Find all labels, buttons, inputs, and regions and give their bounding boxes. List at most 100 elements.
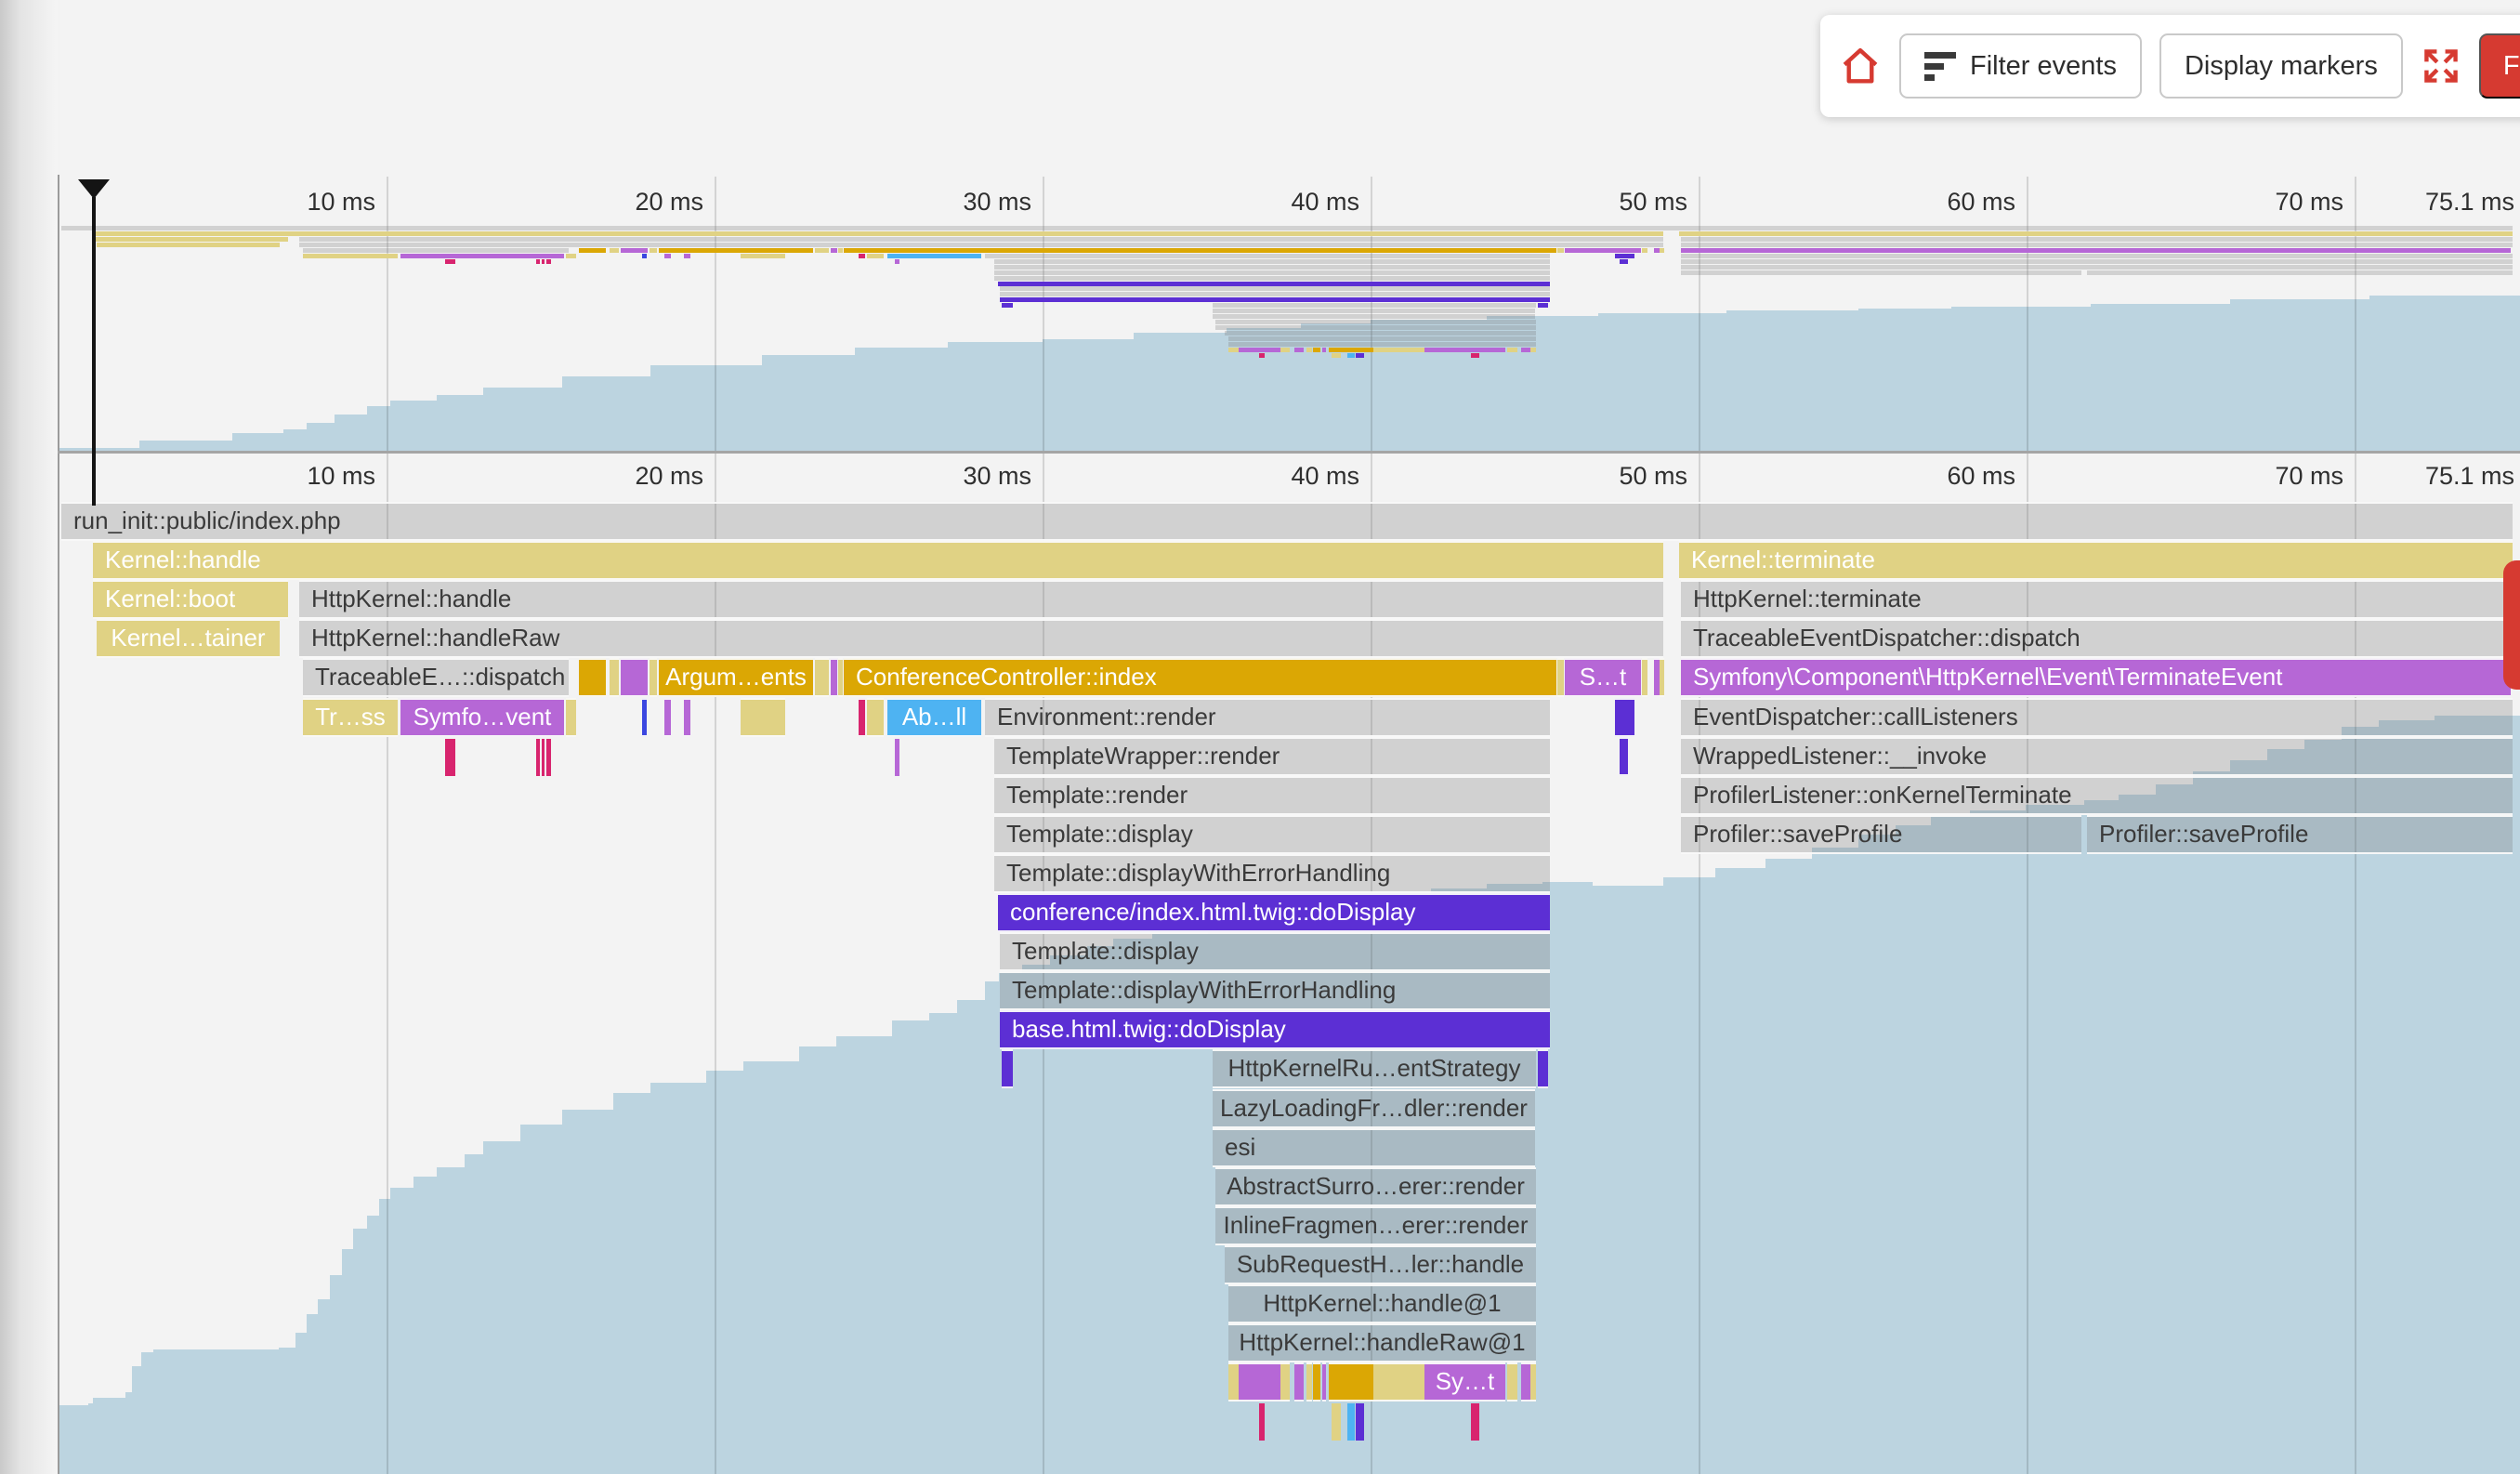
minimap-bar[interactable]	[1681, 254, 2513, 258]
timeline-bar[interactable]	[1557, 658, 1564, 697]
minimap-bar[interactable]	[1225, 331, 1536, 336]
timeline-bar[interactable]: S…t	[1565, 658, 1641, 697]
minimap-bar[interactable]	[815, 248, 829, 253]
event-mark[interactable]	[1356, 1403, 1364, 1441]
minimap-bar[interactable]	[93, 231, 1663, 236]
minimap-bar[interactable]	[1329, 348, 1373, 352]
minimap-bar[interactable]	[1313, 348, 1320, 352]
event-mark[interactable]	[1471, 1403, 1479, 1441]
minimap-bar[interactable]	[1615, 254, 1634, 258]
minimap-bar[interactable]	[1215, 320, 1536, 324]
minimap-bar[interactable]	[1681, 248, 2511, 253]
minimap-mark[interactable]	[1332, 353, 1341, 358]
timeline-bar[interactable]	[684, 698, 690, 737]
timeline-bar[interactable]: TraceableEventDispatcher::dispatch	[1681, 619, 2513, 658]
timeline-bar[interactable]	[1538, 1049, 1548, 1088]
timeline-bar[interactable]: WrappedListener::__invoke	[1681, 737, 2513, 776]
minimap-bar[interactable]	[844, 248, 1556, 253]
timeline-bar[interactable]	[1313, 1362, 1320, 1402]
timeline-bar[interactable]: Kernel::handle	[93, 541, 1663, 580]
timeline-bar[interactable]	[579, 658, 606, 697]
minimap-bar[interactable]	[1002, 303, 1013, 308]
display-markers-button[interactable]: Display markers	[2159, 33, 2403, 99]
minimap-bar[interactable]	[1620, 259, 1628, 264]
minimap-bar[interactable]	[303, 254, 398, 258]
viewport-marker-icon[interactable]	[78, 179, 110, 199]
minimap-bar[interactable]	[1000, 297, 1550, 302]
minimap-bar[interactable]	[299, 243, 1663, 247]
minimap-bar[interactable]	[650, 248, 657, 253]
minimap-bar[interactable]	[985, 254, 1550, 258]
timeline-bar[interactable]: Environment::render	[985, 698, 1550, 737]
timeline-bar[interactable]	[1002, 1049, 1013, 1088]
timeline-bar[interactable]	[838, 658, 843, 697]
minimap-bar[interactable]	[1228, 348, 1239, 352]
timeline-bar[interactable]: ProfilerListener::onKernelTerminate	[1681, 776, 2513, 815]
timeline-bar[interactable]: HttpKernelRu…entStrategy	[1213, 1049, 1536, 1088]
minimap-bar[interactable]	[1306, 348, 1312, 352]
minimap-bar[interactable]	[1294, 348, 1304, 352]
minimap-bar[interactable]	[1530, 348, 1536, 352]
timeline-bar[interactable]: Ab…ll	[887, 698, 981, 737]
timeline-bar[interactable]: run_init::public/index.php	[61, 502, 2513, 541]
event-mark[interactable]	[546, 739, 551, 776]
minimap-bar[interactable]	[97, 243, 280, 247]
minimap-bar[interactable]	[867, 254, 884, 258]
timeline-bar[interactable]: HttpKernel::handle	[299, 580, 1663, 619]
minimap-mark[interactable]	[536, 259, 540, 264]
minimap-bar[interactable]	[1228, 342, 1536, 347]
timeline-bar[interactable]: Template::displayWithErrorHandling	[994, 854, 1550, 893]
minimap-bar[interactable]	[400, 254, 564, 258]
minimap-bar[interactable]	[1373, 348, 1424, 352]
minimap-bar[interactable]	[1679, 231, 2513, 236]
minimap-bar[interactable]	[998, 282, 1550, 286]
timeline-bar[interactable]: LazyLoadingFr…dler::render	[1213, 1089, 1535, 1128]
timeline-bar[interactable]	[1507, 1362, 1517, 1402]
event-mark[interactable]	[542, 739, 545, 776]
timeline-bar[interactable]	[1620, 737, 1628, 776]
timeline-bar[interactable]	[831, 658, 837, 697]
timeline-bar[interactable]	[1660, 658, 1664, 697]
timeline-bar[interactable]: TemplateWrapper::render	[994, 737, 1550, 776]
minimap-bar[interactable]	[838, 248, 843, 253]
timeline-bar[interactable]: Template::display	[994, 815, 1550, 854]
timeline-bar[interactable]	[867, 698, 884, 737]
timeline-bar[interactable]: HttpKernel::handleRaw@1	[1228, 1323, 1536, 1362]
fullscreen-icon[interactable]	[2421, 46, 2461, 86]
timeline-bar[interactable]: EventDispatcher::callListeners	[1681, 698, 2513, 737]
minimap-mark[interactable]	[895, 259, 899, 264]
minimap-bar[interactable]	[1424, 348, 1505, 352]
timeline-bar[interactable]: Template::render	[994, 776, 1550, 815]
timeline-bar[interactable]	[1294, 1362, 1304, 1402]
minimap-bar[interactable]	[659, 248, 813, 253]
minimap-bar[interactable]	[1322, 348, 1326, 352]
minimap-bar[interactable]	[579, 248, 606, 253]
minimap-bar[interactable]	[299, 237, 1663, 242]
timeline-bar[interactable]	[566, 698, 576, 737]
minimap-mark[interactable]	[1259, 353, 1265, 358]
timeline-bar[interactable]	[1322, 1362, 1326, 1402]
timeline-bar[interactable]: conference/index.html.twig::doDisplay	[998, 893, 1550, 932]
minimap-bar[interactable]	[1681, 270, 2081, 275]
feedback-button[interactable]: Feedback	[2479, 33, 2520, 99]
event-mark[interactable]	[1332, 1403, 1341, 1441]
event-mark[interactable]	[536, 739, 540, 776]
minimap-bar[interactable]	[1280, 348, 1290, 352]
timeline-bar[interactable]: Symfony\Component\HttpKernel\Event\Termi…	[1681, 658, 2511, 697]
timeline-bar[interactable]: Profiler::saveProfile	[1681, 815, 2081, 854]
timeline-bar[interactable]: Tr…ss	[303, 698, 398, 737]
minimap-bar[interactable]	[859, 254, 865, 258]
timeline-bar[interactable]	[741, 698, 785, 737]
timeline-bar[interactable]: esi	[1213, 1128, 1535, 1167]
timeline-bar[interactable]: Kernel::boot	[93, 580, 288, 619]
minimap-bar[interactable]	[1507, 348, 1517, 352]
timeline-bar[interactable]: Template::display	[1000, 932, 1550, 971]
timeline-bar[interactable]: Kernel::terminate	[1679, 541, 2513, 580]
minimap-mark[interactable]	[445, 259, 455, 264]
timeline-bar[interactable]	[1530, 1362, 1536, 1402]
timeline-bar[interactable]	[1615, 698, 1634, 737]
minimap-bar[interactable]	[642, 254, 647, 258]
minimap-bar[interactable]	[1681, 243, 2513, 247]
timeline-bar[interactable]: InlineFragmen…erer::render	[1215, 1206, 1536, 1245]
minimap-bar[interactable]	[566, 254, 576, 258]
